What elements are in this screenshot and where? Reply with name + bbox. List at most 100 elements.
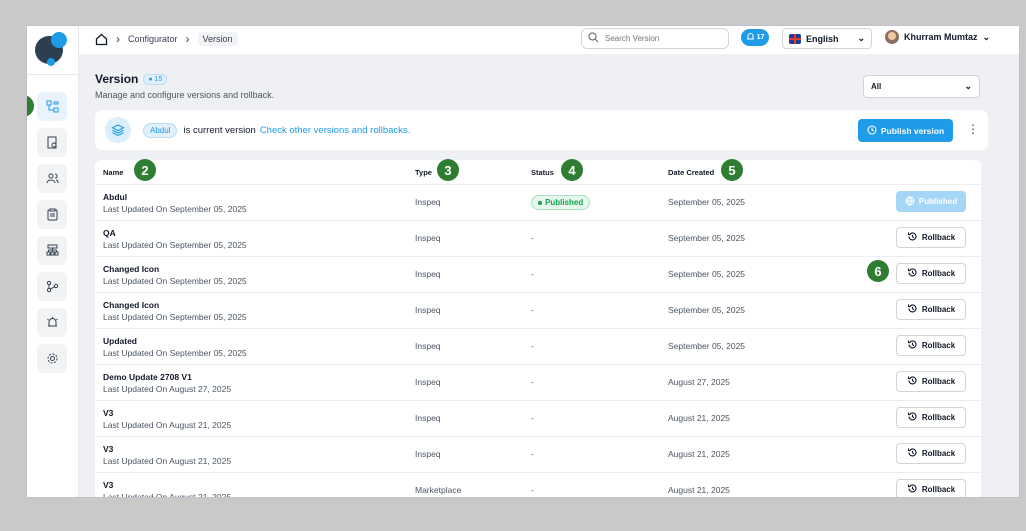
nav-hierarchy-icon[interactable] — [37, 236, 67, 265]
chevron-down-icon: ⌄ — [857, 33, 865, 43]
version-type: Inspeq — [415, 305, 441, 315]
rollback-button[interactable]: Rollback — [896, 263, 966, 284]
version-name: Changed Icon — [103, 300, 160, 310]
table-row: Changed Icon Last Updated On September 05… — [95, 292, 981, 328]
version-name-cell: V3 Last Updated On August 21, 2025 — [103, 444, 231, 466]
user-menu[interactable]: Khurram Mumtaz ⌄ — [885, 30, 990, 44]
table-row: Changed Icon Last Updated On September 05… — [95, 256, 981, 292]
avatar — [885, 30, 899, 44]
layers-icon — [105, 117, 131, 143]
chevron-down-icon: ⌄ — [964, 81, 972, 91]
language-label: English — [806, 33, 839, 44]
search-input[interactable] — [605, 34, 715, 43]
breadcrumb-version: Version — [197, 32, 238, 46]
nav-branch-icon[interactable] — [37, 272, 67, 301]
rollback-icon — [907, 267, 918, 280]
version-type: Inspeq — [415, 377, 441, 387]
version-name: Abdul — [103, 192, 128, 202]
table-row: Demo Update 2708 V1 Last Updated On Augus… — [95, 364, 981, 400]
more-options-icon[interactable]: ⋮ — [967, 122, 979, 136]
version-status: - — [531, 341, 534, 351]
version-name-cell: Changed Icon Last Updated On September 05… — [103, 264, 247, 286]
nav-document-search-icon[interactable] — [37, 128, 67, 157]
logo-divider — [27, 74, 79, 75]
version-name: Demo Update 2708 V1 — [103, 372, 192, 382]
search-icon — [588, 30, 599, 48]
date-created: September 05, 2025 — [668, 233, 746, 243]
publish-version-button[interactable]: Publish version — [858, 119, 953, 142]
nav-users-icon[interactable] — [37, 164, 67, 193]
rollback-button[interactable]: Rollback — [896, 407, 966, 428]
version-count-badge: ● 15 — [143, 73, 168, 85]
version-status: - — [531, 233, 534, 243]
language-select[interactable]: English ⌄ — [782, 28, 872, 49]
version-name: Changed Icon — [103, 264, 160, 274]
alarm-icon — [746, 32, 755, 43]
uk-flag-icon — [789, 33, 801, 44]
last-updated: Last Updated On September 05, 2025 — [103, 240, 247, 250]
filter-value: All — [871, 82, 882, 91]
breadcrumb-configurator[interactable]: Configurator — [128, 34, 178, 44]
version-status: - — [531, 449, 534, 459]
rollback-button[interactable]: Rollback — [896, 227, 966, 248]
annotation-marker-2: 2 — [134, 159, 156, 181]
table-row: V3 Last Updated On August 21, 2025 Inspeq -… — [95, 400, 981, 436]
rollback-button[interactable]: Rollback — [896, 371, 966, 392]
version-name-cell: Changed Icon Last Updated On September 05… — [103, 300, 247, 322]
rollback-button[interactable]: Rollback — [896, 335, 966, 356]
user-name: Khurram Mumtaz — [904, 32, 978, 42]
date-created: August 21, 2025 — [668, 413, 730, 423]
other-versions-link[interactable]: Check other versions and rollbacks. — [260, 125, 411, 136]
version-name-cell: QA Last Updated On September 05, 2025 — [103, 228, 247, 250]
table-row: V3 Last Updated On August 21, 2025 Inspeq -… — [95, 436, 981, 472]
nav-clipboard-icon[interactable] — [37, 200, 67, 229]
annotation-marker-6: 6 — [867, 260, 889, 282]
app-logo[interactable] — [33, 32, 69, 68]
table-row: V3 Last Updated On August 21, 2025 Marketp… — [95, 472, 981, 497]
version-status: - — [531, 485, 534, 495]
notification-count: 17 — [756, 34, 765, 41]
current-version-chip: Abdul — [143, 122, 178, 138]
nav-settings-icon[interactable] — [37, 344, 67, 373]
date-created: September 05, 2025 — [668, 341, 746, 351]
rollback-icon — [907, 411, 918, 424]
rollback-icon — [907, 447, 918, 460]
publish-version-label: Publish version — [880, 125, 945, 136]
date-created: September 05, 2025 — [668, 305, 746, 315]
rollback-icon — [907, 375, 918, 388]
published-button[interactable]: Published — [896, 191, 966, 212]
home-icon[interactable] — [94, 32, 108, 46]
version-status: - — [531, 377, 534, 387]
table-header: Name Type Status Date Created — [95, 160, 981, 184]
globe-icon — [905, 196, 915, 208]
rollback-button[interactable]: Rollback — [896, 443, 966, 464]
version-name-cell: Demo Update 2708 V1 Last Updated On Augus… — [103, 372, 231, 394]
top-bar: › Configurator › Version 17 English ⌄ Kh… — [79, 26, 1019, 54]
nav-configurator-icon[interactable] — [37, 92, 67, 121]
version-name: V3 — [103, 480, 114, 490]
annotation-marker-4: 4 — [561, 159, 583, 181]
notifications-button[interactable]: 17 — [741, 29, 769, 46]
search-box[interactable] — [581, 28, 729, 49]
version-type: Inspeq — [415, 413, 441, 423]
last-updated: Last Updated On August 21, 2025 — [103, 420, 232, 430]
rollback-icon — [907, 231, 918, 244]
page-subtitle: Manage and configure versions and rollba… — [95, 90, 275, 100]
status-badge: Published — [531, 195, 591, 210]
rollback-button[interactable]: Rollback — [896, 299, 966, 320]
clock-icon — [867, 124, 877, 137]
page-title: Version ● 15 — [95, 72, 168, 86]
rollback-button[interactable]: Rollback — [896, 479, 966, 497]
filter-select[interactable]: All ⌄ — [863, 75, 980, 98]
date-created: September 05, 2025 — [668, 197, 746, 207]
version-name-cell: V3 Last Updated On August 21, 2025 — [103, 408, 231, 430]
date-created: August 27, 2025 — [668, 377, 730, 387]
column-header-date: Date Created — [668, 168, 715, 177]
status-dot-icon — [538, 200, 542, 205]
version-name-cell: V3 Last Updated On August 21, 2025 — [103, 480, 231, 497]
nav-alarm-icon[interactable] — [37, 308, 67, 337]
version-name: QA — [103, 228, 116, 238]
last-updated: Last Updated On September 05, 2025 — [103, 276, 247, 286]
version-type: Inspeq — [415, 233, 441, 243]
current-version-text: is current version — [183, 124, 256, 136]
